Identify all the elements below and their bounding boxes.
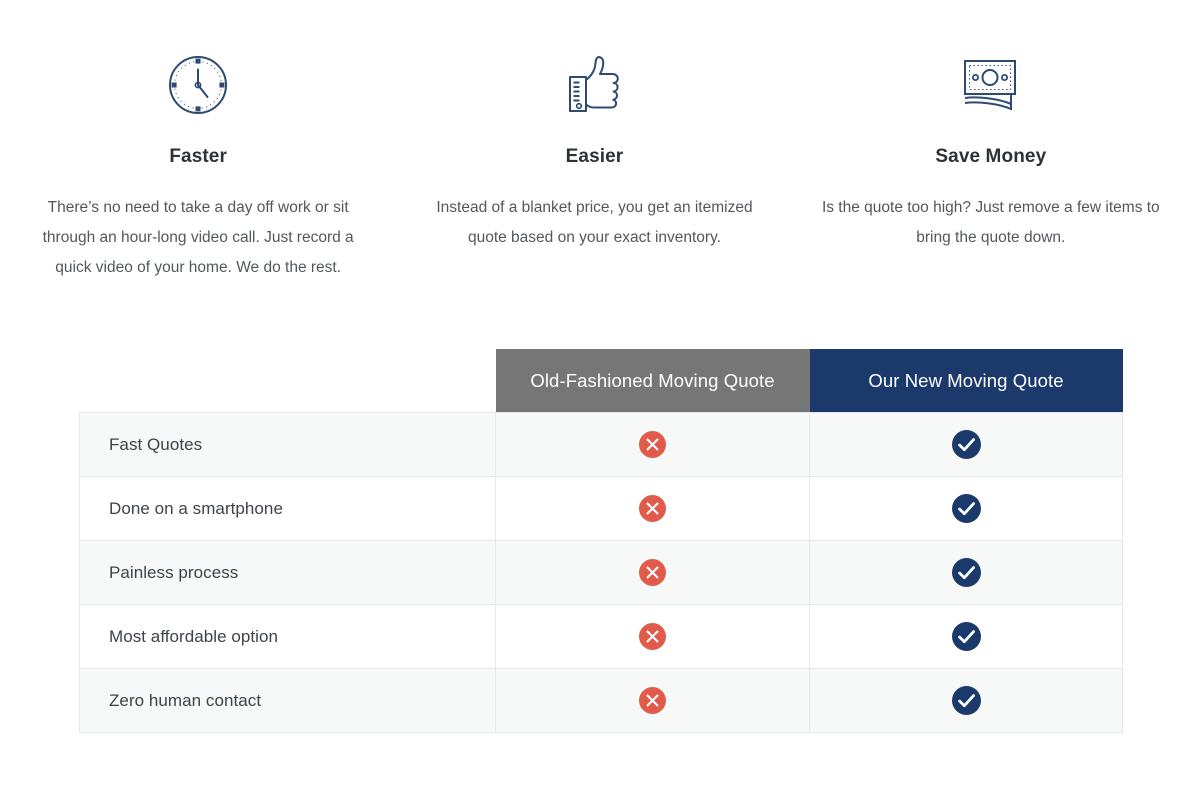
feature-card-faster: Faster There’s no need to take a day off…: [0, 52, 396, 283]
feature-title: Easier: [565, 146, 624, 167]
row-label: Zero human contact: [79, 668, 496, 734]
clock-icon: [18, 52, 378, 118]
feature-title: Faster: [169, 146, 227, 167]
row-label: Done on a smartphone: [79, 476, 496, 542]
thumbs-up-icon: [414, 52, 774, 118]
comparison-table-body: Fast Quotes Done on a smartphone Painles…: [79, 412, 1123, 734]
cross-icon: [639, 559, 666, 587]
cross-icon: [639, 687, 666, 715]
new-column-cell: [809, 668, 1123, 734]
feature-card-easier: Easier Instead of a blanket price, you g…: [396, 52, 792, 283]
feature-description: Is the quote too high? Just remove a few…: [821, 198, 1160, 246]
check-icon: [951, 430, 981, 460]
feature-highlights: Faster There’s no need to take a day off…: [0, 0, 1189, 283]
table-row: Done on a smartphone: [79, 476, 1123, 542]
header-old-fashioned-quote: Old-Fashioned Moving Quote: [495, 348, 810, 413]
feature-description: Instead of a blanket price, you get an i…: [436, 198, 753, 246]
feature-card-save-money: Save Money Is the quote too high? Just r…: [793, 52, 1189, 283]
old-column-cell: [495, 604, 810, 670]
feature-title: Save Money: [935, 146, 1047, 167]
new-column-cell: [809, 412, 1123, 478]
table-row: Most affordable option: [79, 604, 1123, 670]
check-icon: [951, 494, 981, 524]
row-label: Painless process: [79, 540, 496, 606]
cross-icon: [639, 495, 666, 523]
table-row: Painless process: [79, 540, 1123, 606]
new-column-cell: [809, 476, 1123, 542]
comparison-table-section: Old-Fashioned Moving Quote Our New Movin…: [0, 348, 1189, 734]
table-row: Fast Quotes: [79, 412, 1123, 478]
row-label: Fast Quotes: [79, 412, 496, 478]
comparison-table: Old-Fashioned Moving Quote Our New Movin…: [79, 348, 1123, 734]
check-icon: [951, 622, 981, 652]
old-column-cell: [495, 412, 810, 478]
header-new-moving-quote: Our New Moving Quote: [809, 348, 1123, 413]
money-bills-icon: [811, 52, 1171, 118]
cross-icon: [639, 431, 666, 459]
old-column-cell: [495, 540, 810, 606]
check-icon: [951, 686, 981, 716]
table-row: Zero human contact: [79, 668, 1123, 734]
feature-description: There’s no need to take a day off work o…: [42, 198, 354, 276]
cross-icon: [639, 623, 666, 651]
check-icon: [951, 558, 981, 588]
comparison-table-header: Old-Fashioned Moving Quote Our New Movin…: [80, 348, 1123, 413]
row-label: Most affordable option: [79, 604, 496, 670]
new-column-cell: [809, 540, 1123, 606]
old-column-cell: [495, 668, 810, 734]
old-column-cell: [495, 476, 810, 542]
header-label-spacer: [80, 349, 496, 413]
new-column-cell: [809, 604, 1123, 670]
